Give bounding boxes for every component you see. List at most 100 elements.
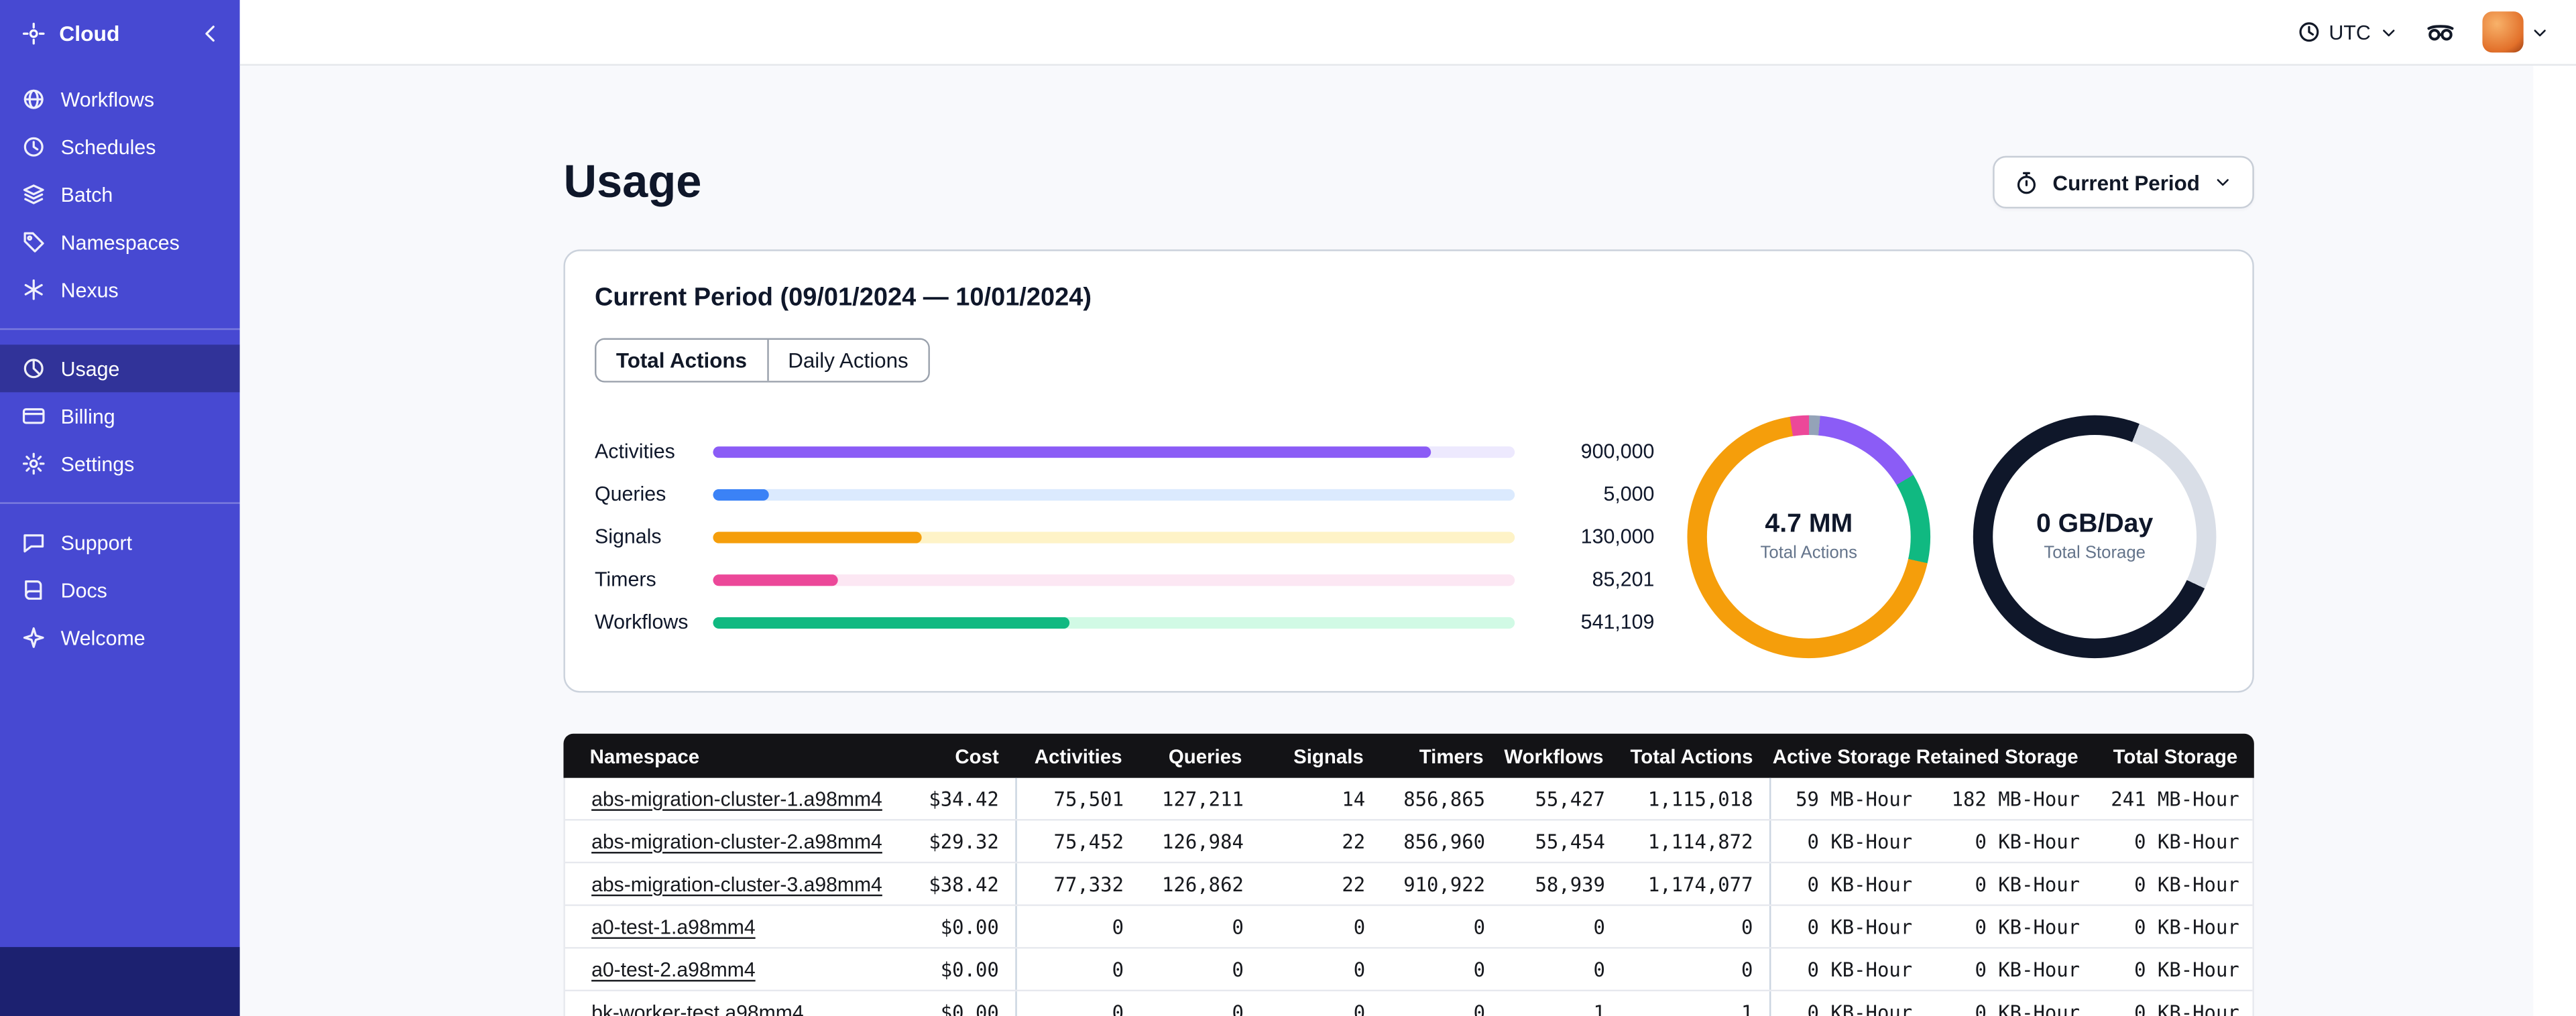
bar-value: 900,000 [1580, 440, 1655, 463]
bar-label: Activities [595, 440, 675, 463]
namespace-link[interactable]: abs-migration-cluster-3.a98mm4 [591, 873, 882, 895]
namespace-link[interactable]: a0-test-1.a98mm4 [591, 915, 756, 938]
cell-retained-storage: 0 KB-Hour [1975, 1001, 2081, 1016]
table-row: a0-test-1.a98mm4 $0.00 0 0 0 0 0 0 0 KB-Hour 0 KB… [565, 905, 2253, 949]
namespace-link[interactable]: abs-migration-cluster-1.a98mm4 [591, 787, 882, 810]
column-header-cost[interactable]: Cost [917, 734, 1015, 778]
sidebar-title: Cloud [59, 20, 120, 46]
sidebar-header[interactable]: Cloud [0, 0, 240, 66]
cell-cost: $0.00 [919, 948, 1017, 990]
sidebar-item-label: Workflows [60, 88, 155, 111]
cell-timers: 910,922 [1403, 872, 1486, 895]
cell-activities: 0 [1112, 1001, 1124, 1016]
donut-center-label: Total Actions [1760, 543, 1857, 564]
cell-timers: 0 [1473, 1001, 1486, 1016]
bar-value: 541,109 [1580, 611, 1655, 634]
bar-label: Workflows [595, 611, 689, 634]
sidebar-item-schedules[interactable]: Schedules [0, 123, 240, 171]
table-body: abs-migration-cluster-1.a98mm4 $34.42 75,5… [563, 777, 2254, 1016]
donut-center-value: 0 GB/Day [2036, 510, 2154, 539]
usage-bar-row: Signals 130,000 [595, 515, 1654, 558]
namespace-cell: abs-migration-cluster-2.a98mm4 [565, 821, 919, 862]
sidebar-item-welcome[interactable]: Welcome [0, 614, 240, 661]
cell-retained-storage: 0 KB-Hour [1975, 872, 2081, 895]
account-menu[interactable] [2482, 11, 2549, 53]
usage-donut-charts: 4.7 MM Total Actions 0 GB/Day Total Storage [1687, 415, 2223, 659]
cell-workflows: 1 [1593, 1001, 1605, 1016]
usage-card: Current Period (09/01/2024 — 10/01/2024)… [563, 249, 2254, 693]
usage-bar-row: Activities 900,000 [595, 430, 1654, 473]
column-header-timers[interactable]: Timers [1380, 734, 1500, 778]
sidebar-item-support[interactable]: Support [0, 519, 240, 566]
app-window: Cloud Workflows Schedules Batch Namespaces N… [0, 0, 2576, 1016]
usage-card-title: Current Period (09/01/2024 — 10/01/2024) [595, 283, 1092, 312]
total-storage-donut: 0 GB/Day Total Storage [1973, 415, 2217, 659]
nexus-icon [21, 277, 46, 302]
table-row: bk-worker-test.a98mm4 $0.00 0 0 0 0 1 1 0 KB-Hou… [565, 991, 2253, 1016]
column-header-total-actions[interactable]: Total Actions [1620, 734, 1769, 778]
cell-activities: 75,501 [1053, 787, 1124, 810]
bar-value: 5,000 [1603, 483, 1655, 506]
period-selector-button[interactable]: Current Period [1993, 155, 2254, 209]
cell-activities: 0 [1112, 958, 1124, 981]
actions-tabs: Total Actions Daily Actions [595, 338, 930, 383]
bar-label: Signals [595, 525, 662, 548]
usage-bar-row: Queries 5,000 [595, 472, 1654, 515]
sidebar-footer[interactable] [0, 947, 240, 1016]
namespace-cell: bk-worker-test.a98mm4 [565, 991, 919, 1016]
column-header-total-storage[interactable]: Total Storage [2095, 734, 2254, 778]
cell-total-actions: 1,114,872 [1621, 820, 1771, 862]
namespace-link[interactable]: a0-test-2.a98mm4 [591, 958, 756, 980]
cell-queries: 0 [1232, 915, 1244, 938]
donut-center-label: Total Storage [2044, 543, 2146, 564]
bar-fill [713, 445, 1431, 458]
namespace-cell: a0-test-1.a98mm4 [565, 906, 919, 947]
sidebar-item-batch[interactable]: Batch [0, 171, 240, 218]
cell-signals: 22 [1342, 830, 1366, 853]
timezone-selector[interactable]: UTC [2296, 19, 2398, 44]
timer-icon [2015, 170, 2040, 194]
donut-center-value: 4.7 MM [1765, 510, 1853, 539]
sidebar-item-usage[interactable]: Usage [0, 344, 240, 393]
bar-track [713, 488, 1515, 500]
sidebar-item-billing[interactable]: Billing [0, 392, 240, 440]
cell-total-storage: 0 KB-Hour [2134, 1001, 2239, 1016]
cell-activities: 75,452 [1053, 830, 1124, 853]
sidebar-item-nexus[interactable]: Nexus [0, 266, 240, 314]
column-header-active-storage[interactable]: Active Storage [1769, 734, 1927, 778]
sidebar-item-workflows[interactable]: Workflows [0, 76, 240, 123]
column-header-retained-storage[interactable]: Retained Storage [1916, 734, 2095, 778]
chevron-left-icon[interactable] [198, 21, 223, 46]
total-actions-donut: 4.7 MM Total Actions [1687, 415, 1931, 659]
tab-total-actions[interactable]: Total Actions [596, 339, 767, 381]
cell-total-actions: 0 [1621, 948, 1771, 990]
bar-track [713, 573, 1515, 586]
cell-timers: 856,865 [1403, 787, 1486, 810]
scrollbar[interactable] [2533, 65, 2576, 1016]
column-header-queries[interactable]: Queries [1138, 734, 1258, 778]
cell-workflows: 58,939 [1535, 872, 1605, 895]
cell-queries: 126,862 [1162, 872, 1244, 895]
cell-signals: 0 [1353, 1001, 1366, 1016]
donut-center: 4.7 MM Total Actions [1706, 435, 1911, 639]
column-header-signals[interactable]: Signals [1258, 734, 1380, 778]
main-content: Usage Current Period Current Period (09/… [239, 65, 2534, 1016]
glasses-icon[interactable] [2425, 16, 2457, 48]
column-header-activities[interactable]: Activities [1015, 734, 1138, 778]
sidebar-item-settings[interactable]: Settings [0, 440, 240, 487]
tab-daily-actions[interactable]: Daily Actions [766, 339, 929, 381]
namespace-link[interactable]: bk-worker-test.a98mm4 [591, 1001, 803, 1016]
donut-center: 0 GB/Day Total Storage [1993, 435, 2197, 639]
bar-label: Timers [595, 568, 656, 591]
cell-cost: $0.00 [919, 991, 1017, 1016]
column-header-namespace[interactable]: Namespace [563, 734, 917, 778]
cell-signals: 0 [1353, 915, 1366, 938]
namespace-link[interactable]: abs-migration-cluster-2.a98mm4 [591, 830, 882, 852]
column-header-workflows[interactable]: Workflows [1500, 734, 1620, 778]
period-button-label: Current Period [2052, 170, 2200, 195]
cell-cost: $29.32 [919, 820, 1017, 862]
sidebar-item-docs[interactable]: Docs [0, 566, 240, 614]
cell-retained-storage: 0 KB-Hour [1975, 915, 2081, 938]
sidebar-item-namespaces[interactable]: Namespaces [0, 218, 240, 266]
cell-workflows: 0 [1593, 915, 1605, 938]
